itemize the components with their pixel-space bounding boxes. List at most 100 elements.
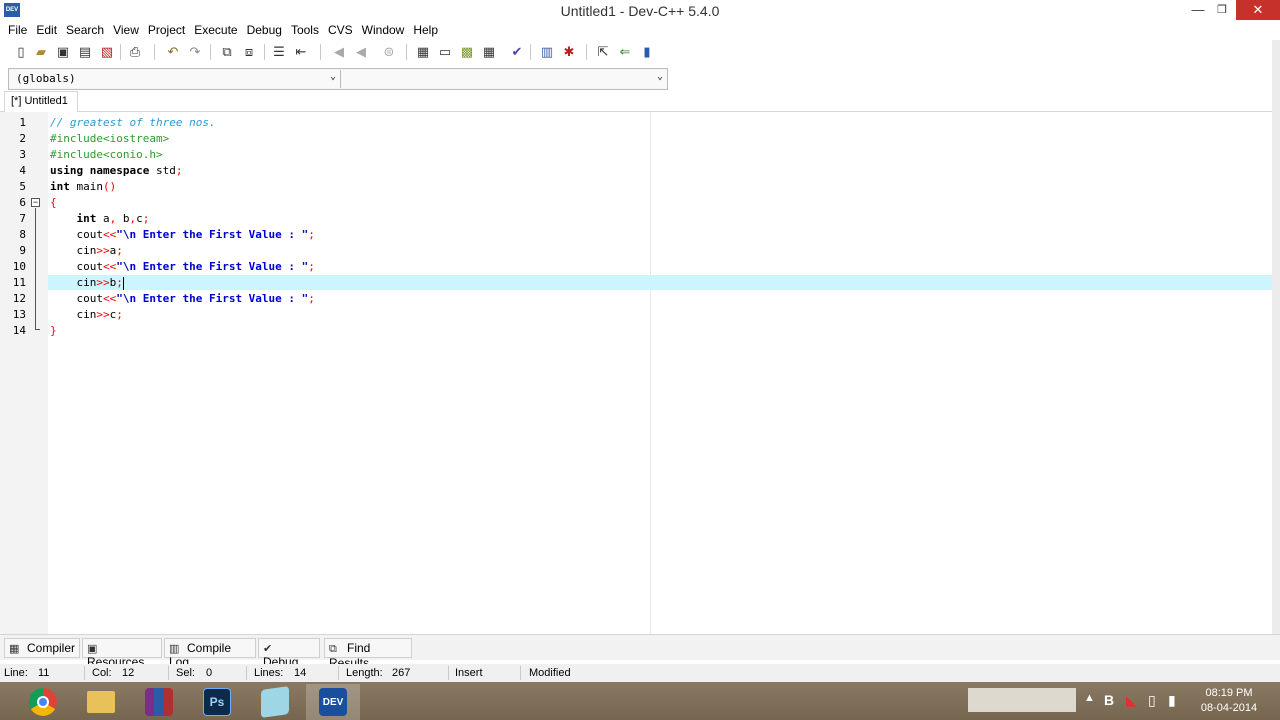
tab-resources[interactable]: ▣Resources [82, 638, 162, 669]
goto-forward-icon[interactable]: ◀ [352, 43, 370, 61]
code-line[interactable]: cout<<"\n Enter the First Value : "; [50, 259, 314, 275]
toggle-bookmark-icon[interactable]: ⊜ [380, 43, 398, 61]
compile-icon[interactable]: ▦ [414, 43, 432, 61]
code-line[interactable]: // greatest of three nos. [50, 115, 216, 131]
code-token: ; [116, 244, 123, 257]
run-icon[interactable]: ▭ [436, 43, 454, 61]
menu-bar: File Edit Search View Project Execute De… [0, 22, 1280, 40]
code-line[interactable]: int main() [50, 179, 116, 195]
compile-run-icon[interactable]: ▩ [458, 43, 476, 61]
code-token: int [50, 180, 70, 193]
syntax-check-icon[interactable]: ✔ [508, 43, 526, 61]
menu-window[interactable]: Window [358, 22, 409, 40]
undo-icon[interactable]: ↶ [164, 43, 182, 61]
code-token: << [102, 260, 117, 273]
code-token: cin [50, 308, 97, 321]
menu-debug[interactable]: Debug [243, 22, 286, 40]
menu-edit[interactable]: Edit [32, 22, 61, 40]
power-icon[interactable]: ▯ [1148, 692, 1156, 709]
open-file-icon[interactable]: ▰ [32, 43, 50, 61]
taskbar-file-explorer[interactable] [74, 684, 128, 720]
taskbar-photoshop[interactable]: Ps [190, 684, 244, 720]
scope-select-value: (globals) [16, 72, 76, 85]
bluetooth-icon[interactable]: B [1104, 692, 1114, 708]
menu-help[interactable]: Help [409, 22, 442, 40]
bottom-panel-tabs: ▦ Compiler ▣Resources ▥ Compile Log ✔Debug… [0, 634, 1280, 670]
status-separator [448, 666, 449, 680]
status-length-value: 267 [392, 667, 411, 679]
rebuild-icon[interactable]: ▦ [480, 43, 498, 61]
toolbar: ▯ ▰ ▣ ▤ ▧ ⎙ ↶ ↷ ⧉ ⧈ ☰ ⇤ ◀ ◀ ⊜ ▦ ▭ ▩ ▦ ✔ … [0, 40, 1280, 66]
taskbar-chrome[interactable] [16, 684, 70, 720]
code-line[interactable]: cout<<"\n Enter the First Value : "; [50, 227, 314, 243]
tab-find-results[interactable]: ⧉ Find Results [324, 638, 412, 670]
menu-project[interactable]: Project [144, 22, 189, 40]
tab-compile-log[interactable]: ▥ Compile Log [164, 638, 256, 669]
chrome-icon [29, 688, 57, 716]
debug-check-icon: ✔ [263, 643, 273, 655]
new-project-icon[interactable]: ⇱ [594, 43, 612, 61]
remove-from-project-icon[interactable]: ▮ [638, 43, 656, 61]
menu-view[interactable]: View [109, 22, 143, 40]
code-editor[interactable]: − // greatest of three nos. #include<iost… [0, 112, 1280, 634]
status-lines-value: 14 [294, 667, 307, 679]
save-icon[interactable]: ▣ [54, 43, 72, 61]
code-line[interactable]: #include<iostream> [50, 131, 169, 147]
unindent-icon[interactable]: ⇤ [292, 43, 310, 61]
code-line[interactable]: } [50, 323, 57, 339]
chevron-down-icon[interactable]: ⌄ [657, 71, 663, 82]
menu-tools[interactable]: Tools [287, 22, 323, 40]
menu-search[interactable]: Search [62, 22, 108, 40]
antivirus-icon[interactable]: ◣ [1126, 692, 1137, 709]
chevron-down-icon[interactable]: ⌄ [330, 71, 336, 82]
debug-icon[interactable]: ✱ [560, 43, 578, 61]
tab-untitled1[interactable]: [*] Untitled1 [4, 91, 78, 112]
fold-collapse-icon[interactable]: − [31, 198, 40, 207]
line-number: 14 [12, 324, 26, 337]
taskbar-notepad[interactable] [248, 684, 302, 720]
code-line[interactable]: using namespace std; [50, 163, 182, 179]
tab-debug[interactable]: ✔Debug [258, 638, 320, 669]
code-line[interactable]: cout<<"\n Enter the First Value : "; [50, 291, 314, 307]
tab-compiler[interactable]: ▦ Compiler [4, 638, 80, 658]
code-line[interactable]: cin>>b; [50, 275, 124, 291]
save-all-icon[interactable]: ▤ [76, 43, 94, 61]
minimize-button[interactable]: — [1186, 0, 1210, 20]
code-line[interactable]: cin>>a; [50, 243, 123, 259]
clock-time[interactable]: 08:19 PM [1196, 687, 1262, 699]
status-separator [338, 666, 339, 680]
clock-date[interactable]: 08-04-2014 [1196, 702, 1262, 714]
code-line[interactable]: cin>>c; [50, 307, 122, 323]
taskbar-winrar[interactable] [132, 684, 186, 720]
close-file-icon[interactable]: ▧ [98, 43, 116, 61]
network-icon[interactable]: ▮ [1168, 692, 1176, 709]
code-token: ; [175, 164, 183, 177]
print-icon[interactable]: ⎙ [126, 43, 144, 61]
toolbar-separator [154, 44, 155, 60]
code-token: b [116, 212, 130, 225]
code-line[interactable]: { [50, 195, 57, 211]
member-select[interactable]: ⌄ [342, 70, 667, 88]
new-file-icon[interactable]: ▯ [12, 43, 30, 61]
menu-execute[interactable]: Execute [190, 22, 241, 40]
code-line[interactable]: #include<conio.h> [50, 147, 163, 163]
maximize-button[interactable]: ❐ [1210, 0, 1234, 20]
scope-select[interactable]: (globals) ⌄ [10, 70, 341, 88]
indent-icon[interactable]: ☰ [270, 43, 288, 61]
menu-cvs[interactable]: CVS [324, 22, 357, 40]
show-hidden-icon[interactable]: ▲ [1084, 692, 1095, 704]
line-number: 4 [19, 164, 26, 177]
status-length-label: Length: [346, 667, 383, 679]
status-separator [84, 666, 85, 680]
replace-icon[interactable]: ⧈ [240, 43, 258, 61]
menu-file[interactable]: File [4, 22, 31, 40]
find-icon[interactable]: ⧉ [218, 43, 236, 61]
taskbar-devcpp[interactable]: DEV [306, 684, 360, 720]
vertical-scrollbar[interactable] [1272, 40, 1280, 634]
goto-back-icon[interactable]: ◀ [330, 43, 348, 61]
code-line[interactable]: int a, b,c; [50, 211, 150, 227]
close-button[interactable]: ✕ [1236, 0, 1280, 20]
add-to-project-icon[interactable]: ⇐ [616, 43, 634, 61]
redo-icon[interactable]: ↷ [186, 43, 204, 61]
profile-icon[interactable]: ▥ [538, 43, 556, 61]
